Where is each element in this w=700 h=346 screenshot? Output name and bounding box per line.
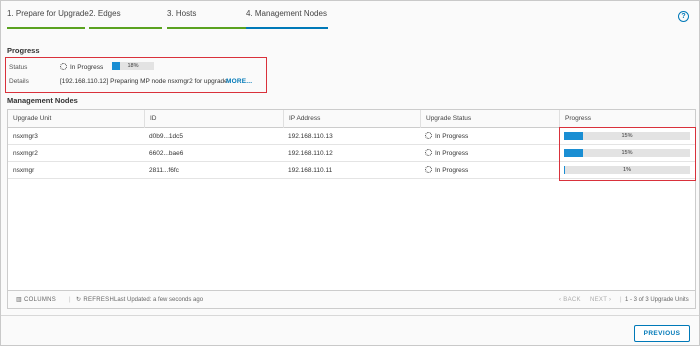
step-label: 1. Prepare for Upgrade: [7, 9, 89, 18]
details-label: Details: [9, 78, 29, 85]
columns-toggle[interactable]: ▥ COLUMNS: [16, 291, 56, 309]
step-hosts[interactable]: 3. Hosts: [167, 9, 247, 29]
cell-id: 2811...f6fc: [149, 167, 179, 174]
spinner-icon: [425, 149, 432, 156]
grid-header: Upgrade Unit ID IP Address Upgrade Statu…: [8, 110, 695, 128]
step-management-nodes[interactable]: 4. Management Nodes: [246, 9, 328, 29]
spinner-icon: [425, 166, 432, 173]
footer-divider-line: [1, 315, 699, 316]
step-prepare-for-upgrade[interactable]: 1. Prepare for Upgrade: [7, 9, 89, 29]
progress-percent: 15%: [621, 133, 633, 139]
table-row[interactable]: nsxmgr 2811...f6fc 192.168.110.11 In Pro…: [8, 162, 695, 179]
cell-upgrade-unit: nsxmgr2: [13, 150, 38, 157]
column-header-upgrade-unit[interactable]: Upgrade Unit: [8, 110, 144, 128]
cell-ip-address: 192.168.110.11: [288, 167, 333, 174]
footer-divider: |: [69, 297, 71, 303]
refresh-icon: ↻: [76, 297, 82, 303]
row-progress-bar: 15%: [564, 149, 690, 157]
status-label: Status: [9, 64, 28, 71]
back-page-button[interactable]: ‹ BACK: [559, 291, 581, 309]
column-header-ip-address[interactable]: IP Address: [283, 110, 420, 128]
step-label: 4. Management Nodes: [246, 9, 327, 18]
details-value: [192.168.110.12] Preparing MP node nsxmg…: [60, 78, 228, 85]
columns-label: COLUMNS: [23, 297, 57, 303]
status-value: In Progress: [60, 63, 103, 71]
pagination-count: 1 - 3 of 3 Upgrade Units: [625, 297, 689, 303]
cell-ip-address: 192.168.110.12: [288, 150, 333, 157]
step-progress-line: [246, 27, 328, 29]
last-updated-text: Last Updated: a few seconds ago: [114, 297, 204, 303]
cell-upgrade-status: In Progress: [420, 162, 468, 179]
progress-section-title: Progress: [7, 46, 40, 55]
spinner-icon: [60, 63, 67, 70]
column-header-upgrade-status[interactable]: Upgrade Status: [420, 110, 559, 128]
previous-button[interactable]: PREVIOUS: [634, 325, 690, 342]
row-progress-bar: 15%: [564, 132, 690, 140]
progress-percent: 15%: [621, 150, 633, 156]
cell-upgrade-status: In Progress: [420, 145, 468, 162]
row-progress-bar: 1%: [564, 166, 690, 174]
cell-upgrade-unit: nsxmgr3: [13, 133, 38, 140]
status-text: In Progress: [435, 167, 469, 174]
footer-divider: |: [620, 297, 622, 303]
progress-percent: 1%: [623, 167, 631, 173]
step-edges[interactable]: 2. Edges: [89, 9, 162, 29]
status-text: In Progress: [435, 150, 469, 157]
table-row[interactable]: nsxmgr2 6602...bae6 192.168.110.12 In Pr…: [8, 145, 695, 162]
table-row[interactable]: nsxmgr3 d0b9...1dc5 192.168.110.13 In Pr…: [8, 128, 695, 145]
next-page-button[interactable]: NEXT ›: [590, 291, 611, 309]
step-progress-line: [167, 27, 247, 29]
progress-status-box: Status In Progress 18% Details [192.168.…: [5, 57, 267, 93]
cell-ip-address: 192.168.110.13: [288, 133, 333, 140]
column-header-id[interactable]: ID: [144, 110, 283, 128]
spinner-icon: [425, 132, 432, 139]
management-nodes-grid: Upgrade Unit ID IP Address Upgrade Statu…: [7, 109, 696, 309]
overall-progress-bar: 18%: [112, 62, 154, 70]
management-nodes-title: Management Nodes: [7, 96, 78, 105]
step-label: 3. Hosts: [167, 9, 197, 18]
step-progress-line: [89, 27, 162, 29]
refresh-button[interactable]: ↻ REFRESH: [76, 291, 114, 309]
help-icon[interactable]: ?: [678, 11, 689, 22]
more-link[interactable]: MORE...: [226, 78, 252, 85]
cell-upgrade-status: In Progress: [420, 128, 468, 145]
step-label: 2. Edges: [89, 9, 121, 18]
columns-icon: ▥: [16, 297, 22, 303]
status-text: In Progress: [70, 64, 104, 71]
grid-footer: ▥ COLUMNS | ↻ REFRESH Last Updated: a few …: [8, 290, 695, 308]
column-header-progress[interactable]: Progress: [559, 110, 697, 128]
progress-percent: 18%: [127, 63, 139, 69]
refresh-label: REFRESH: [83, 297, 115, 303]
cell-id: 6602...bae6: [149, 150, 184, 157]
cell-id: d0b9...1dc5: [149, 133, 183, 140]
cell-upgrade-unit: nsxmgr: [13, 167, 35, 174]
upgrade-window: 1. Prepare for Upgrade 2. Edges 3. Hosts…: [0, 0, 700, 346]
step-progress-line: [7, 27, 85, 29]
status-text: In Progress: [435, 133, 469, 140]
